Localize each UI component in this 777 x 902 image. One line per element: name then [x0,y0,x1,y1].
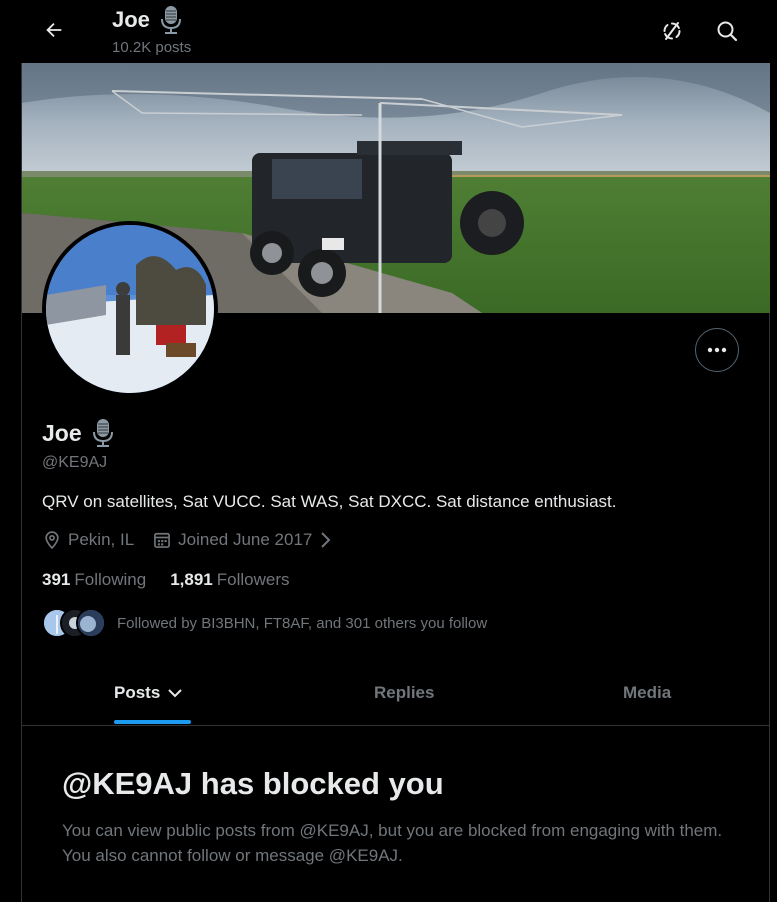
tab-posts-label: Posts [114,683,161,702]
mini-avatar [76,608,106,638]
microphone-badge-icon [160,6,181,34]
follow-stats: 391 Following 1,891 Followers [42,570,289,590]
calendar-icon [154,532,171,548]
profile-handle: @KE9AJ [42,454,108,471]
microphone-badge-icon [92,419,113,447]
location-item: Pekin, IL [42,530,134,550]
profile-page: Joe 10.2K posts Joe @KE9AJ QRV on satell… [0,0,777,902]
profile-bio: QRV on satellites, Sat VUCC. Sat WAS, Sa… [42,492,617,511]
header-posts-count: 10.2K posts [112,39,192,56]
search-icon [717,21,738,42]
tab-replies-label: Replies [374,683,435,702]
avatar-image [46,225,214,393]
joined-item[interactable]: Joined June 2017 [152,530,332,550]
chevron-down-icon [168,689,183,698]
following-count: 391 [42,570,71,589]
profile-tabs: Posts Replies Media [22,660,770,726]
followed-by-row[interactable]: Followed by BI3BHN, FT8AF, and 301 other… [42,608,487,638]
header-title: Joe [112,5,182,35]
back-button[interactable] [36,12,72,48]
blocked-message: You can view public posts from @KE9AJ, b… [62,821,723,865]
profile-name-row: Joe [42,418,114,448]
sync-icon [663,22,681,40]
location-text: Pekin, IL [68,530,135,549]
profile-name: Joe [42,419,82,446]
following-link[interactable]: 391 Following [42,570,146,590]
profile-meta: Pekin, IL Joined June 2017 [42,530,332,550]
header-name: Joe [112,7,150,32]
arrow-left-icon [46,22,62,38]
tab-replies[interactable]: Replies [374,660,434,726]
followed-by-avatars [42,608,106,638]
tab-media-label: Media [623,683,672,702]
tab-media[interactable]: Media [623,660,671,726]
joined-text: Joined June 2017 [178,530,313,549]
followers-link[interactable]: 1,891 Followers [170,570,289,590]
active-tab-indicator [114,720,191,724]
followers-label: Followers [216,570,290,589]
location-pin-icon [45,531,59,550]
profile-avatar[interactable] [42,221,218,397]
search-button[interactable] [710,14,744,48]
more-dots-icon [707,347,727,353]
sync-button[interactable] [655,14,689,48]
tab-posts[interactable]: Posts [114,660,184,726]
more-options-button[interactable] [695,328,739,372]
following-label: Following [74,570,147,589]
blocked-title: @KE9AJ has blocked you [62,766,444,801]
followers-count: 1,891 [170,570,213,589]
top-header: Joe 10.2K posts [0,0,777,63]
chevron-right-icon [321,532,331,548]
followed-by-text: Followed by BI3BHN, FT8AF, and 301 other… [117,614,488,632]
